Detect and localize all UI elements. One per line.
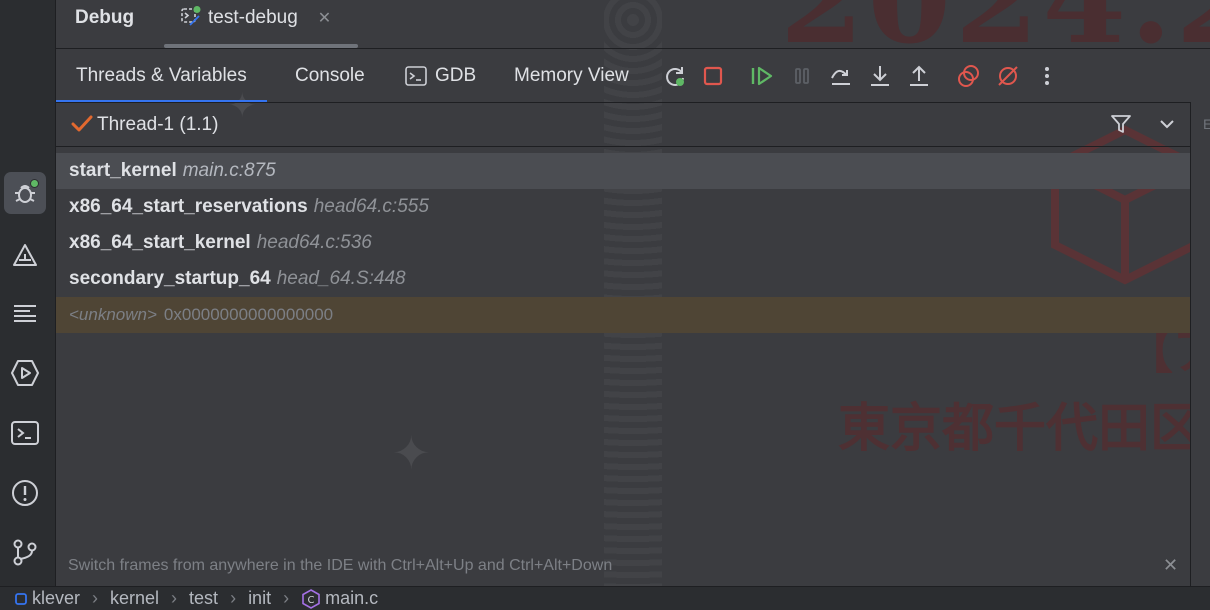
more-icon[interactable]	[1034, 63, 1060, 89]
problems-icon	[12, 480, 38, 506]
stop-icon[interactable]	[700, 63, 726, 89]
thread-selector[interactable]: Thread-1 (1.1)	[56, 103, 1190, 146]
chevron-down-icon[interactable]	[1158, 115, 1176, 133]
mute-breakpoints-icon[interactable]	[995, 63, 1021, 89]
services-tool-button[interactable]	[4, 352, 46, 394]
console-icon	[405, 65, 427, 86]
tab-label: Threads & Variables	[76, 64, 247, 86]
pause-icon[interactable]	[789, 63, 815, 89]
project-icon	[15, 592, 27, 605]
session-tab-test-debug[interactable]: test-debug ✕	[164, 0, 358, 48]
run-services-icon	[11, 360, 39, 386]
frame-location: head64.c:536	[256, 232, 372, 253]
tab-label: Console	[295, 64, 365, 86]
lines-icon	[14, 305, 36, 322]
breadcrumb-item[interactable]: test	[189, 588, 218, 609]
breadcrumb-item[interactable]: init	[248, 588, 271, 609]
frame-location: head64.c:555	[313, 196, 429, 217]
frames-list: start_kernel main.c:875 x86_64_start_res…	[56, 153, 1190, 333]
breadcrumb-label: kernel	[110, 588, 160, 608]
ide-window: 2024.2 【ア 東京都千代田区外 ✦ ✦	[0, 0, 1210, 610]
running-indicator	[30, 179, 39, 188]
frame-function: x86_64_start_kernel	[69, 232, 251, 253]
chevron-right-icon: ›	[283, 588, 290, 608]
tab-threads-variables[interactable]: Threads & Variables	[56, 49, 267, 102]
tool-window-title: Debug	[75, 7, 135, 28]
divider	[56, 146, 1190, 147]
debug-title-bar: Debug test-debug ✕	[56, 0, 1210, 48]
build-tool-button[interactable]	[4, 234, 46, 276]
breadcrumb-item[interactable]: kernel	[110, 588, 159, 609]
git-branch-icon	[13, 539, 37, 566]
frame-location: head_64.S:448	[276, 268, 406, 289]
step-out-icon[interactable]	[906, 63, 932, 89]
git-tool-button[interactable]	[4, 531, 46, 573]
resume-icon[interactable]	[749, 63, 775, 89]
frame-row[interactable]: x86_64_start_reservations head64.c:555	[56, 189, 1190, 225]
star-watermark: ✦	[392, 427, 431, 479]
chevron-right-icon: ›	[171, 588, 178, 608]
variables-panel-edge	[1191, 102, 1210, 586]
close-icon[interactable]: ✕	[1163, 555, 1178, 576]
watermark-text-2: 東京都千代田区外	[838, 398, 1210, 459]
rerun-icon[interactable]	[662, 63, 688, 89]
breadcrumb-project[interactable]: klever	[14, 588, 80, 609]
thread-label: Thread-1 (1.1)	[97, 114, 219, 135]
tool-window-strip	[0, 0, 56, 588]
checkmark-icon	[71, 115, 93, 132]
tab-label: Memory View	[514, 64, 629, 86]
triangle-icon	[13, 244, 37, 266]
frame-location: main.c:875	[182, 160, 276, 181]
c-file-icon: C	[302, 588, 320, 609]
debug-config-icon	[180, 5, 202, 32]
view-breakpoints-icon[interactable]	[956, 63, 982, 89]
breadcrumb-label: test	[189, 588, 219, 608]
breadcrumb-label: init	[248, 588, 272, 608]
frame-row[interactable]: x86_64_start_kernel head64.c:536	[56, 225, 1190, 261]
svg-text:C: C	[308, 595, 315, 606]
problems-tool-button[interactable]	[4, 472, 46, 514]
frame-row[interactable]: secondary_startup_64 head_64.S:448	[56, 261, 1190, 297]
terminal-icon	[11, 421, 39, 445]
structure-tool-button[interactable]	[4, 292, 46, 334]
breadcrumb-file[interactable]: C main.c	[301, 588, 378, 609]
chevron-right-icon: ›	[230, 588, 237, 608]
frames-hint: Switch frames from anywhere in the IDE w…	[68, 557, 613, 574]
session-tab-label: test-debug	[208, 7, 298, 28]
tab-console[interactable]: Console	[275, 49, 385, 102]
chevron-right-icon: ›	[92, 588, 99, 608]
frame-function: start_kernel	[69, 160, 177, 181]
close-icon[interactable]: ✕	[318, 8, 331, 28]
breadcrumb-label: klever	[32, 588, 81, 608]
frame-row[interactable]: start_kernel main.c:875	[56, 153, 1190, 189]
step-into-icon[interactable]	[867, 63, 893, 89]
frame-function: <unknown>	[69, 305, 157, 324]
step-over-icon[interactable]	[828, 63, 854, 89]
variables-panel-label: E	[1203, 116, 1210, 132]
frame-function: x86_64_start_reservations	[69, 196, 308, 217]
debug-tool-button[interactable]	[4, 172, 46, 214]
frame-row-unknown[interactable]: <unknown> 0x0000000000000000	[56, 297, 1190, 333]
debug-tabs-toolbar: Threads & Variables Console GDB Memory V…	[56, 49, 1210, 102]
tab-label: GDB	[435, 64, 477, 86]
navigation-bar: klever › kernel › test › init › C main.c	[0, 586, 1210, 610]
breadcrumb-label: main.c	[325, 588, 379, 608]
frame-function: secondary_startup_64	[69, 268, 271, 289]
terminal-tool-button[interactable]	[4, 412, 46, 454]
tab-gdb[interactable]: GDB	[385, 49, 496, 102]
tab-memory-view[interactable]: Memory View	[494, 49, 649, 102]
filter-icon[interactable]	[1110, 113, 1132, 135]
frame-address: 0x0000000000000000	[163, 305, 334, 324]
